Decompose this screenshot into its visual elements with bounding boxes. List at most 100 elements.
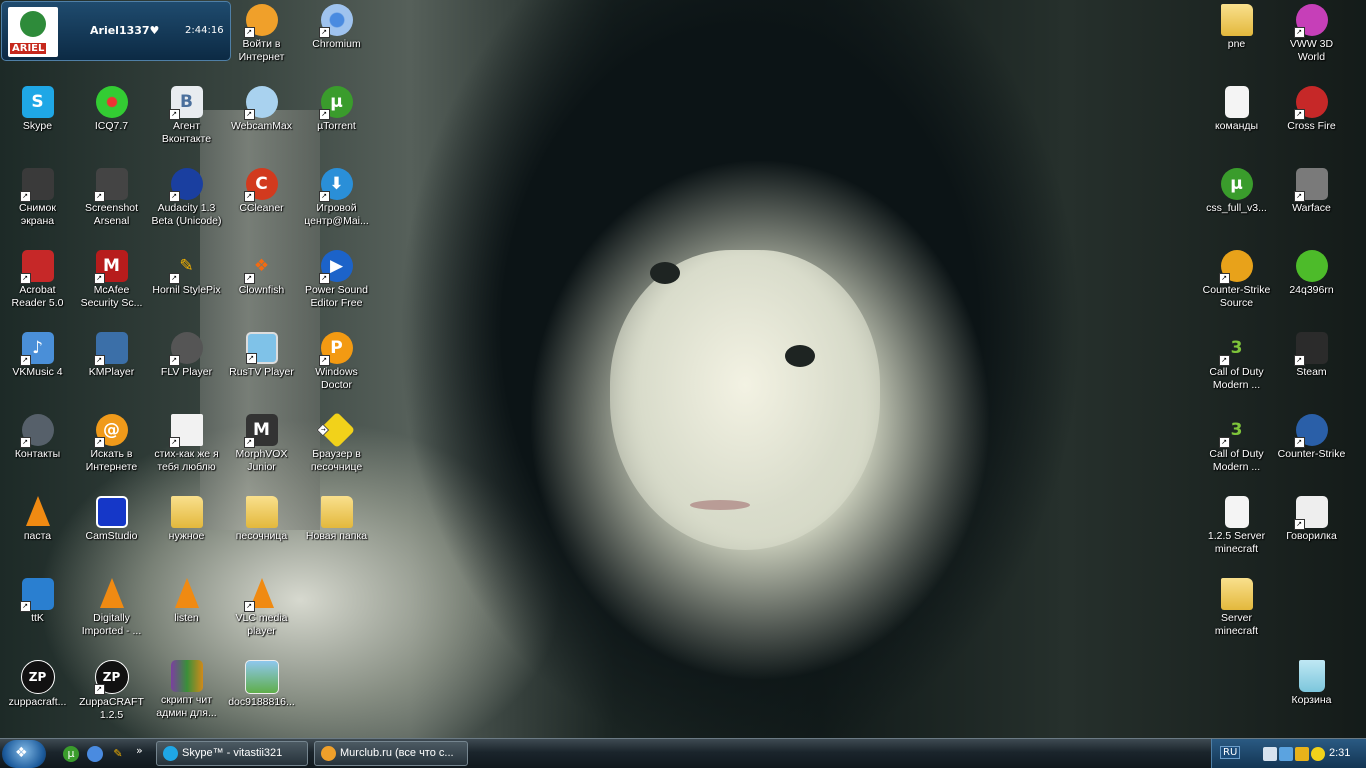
desktop-icon-komandy[interactable]: команды [1199,82,1274,160]
desktop-icon-new-folder[interactable]: Новая папка [299,492,374,570]
desktop-icon-govorilka[interactable]: ↗ Говорилка [1274,492,1349,570]
desktop-icon-zuppa1[interactable]: ZP zuppacraft... [0,656,75,734]
taskbar: ❖ µ ✎ » Skype™ - vitastii321 Murclub.ru … [0,738,1366,768]
morphvox-icon: M ↗ [243,414,278,448]
crossfire-icon: ↗ [1293,86,1328,120]
desktop-icon-login[interactable]: ↗ Войти в Интернет [224,0,299,78]
desktop-icon-stih[interactable]: ↗ стих-как же я тебя люблю [149,410,224,488]
computer-icon: ↗ [19,578,54,612]
desktop-icon-game-center[interactable]: ⬇ ↗ Игровой центр@Mai... [299,164,374,242]
network-icon[interactable] [1279,747,1293,761]
desktop-icon-mcafee[interactable]: M ↗ McAfee Security Sc... [74,246,149,324]
desktop-icon-vk-agent[interactable]: B ↗ Агент Вконтакте [149,82,224,160]
task-skype[interactable]: Skype™ - vitastii321 [156,741,308,766]
desktop-icon-zuppa2[interactable]: ZP ↗ ZuppaCRAFT 1.2.5 [74,656,149,734]
desktop-icon-kmplayer[interactable]: ↗ KMPlayer [74,328,149,406]
desktop-icon-cs[interactable]: ↗ Counter-Strike [1274,410,1349,488]
document-icon: ↗ [168,414,203,448]
desktop-icon-steam[interactable]: ↗ Steam [1274,328,1349,406]
desktop-icon-webcammax[interactable]: ↗ WebcamMax [224,82,299,160]
desktop-icon-ttk[interactable]: ↗ ttK [0,574,75,652]
desktop-icon-flv[interactable]: ↗ FLV Player [149,328,224,406]
mcafee-shield-icon: M ↗ [93,250,128,284]
contacts-icon: ↗ [19,414,54,448]
play-icon: ▶ ↗ [318,250,353,284]
desktop-icon-hornil[interactable]: ✎ ↗ Hornil StylePix [149,246,224,324]
doctor-icon: P ↗ [318,332,353,366]
desktop-icon-vww[interactable]: ↗ VWW 3D World [1274,0,1349,78]
folder-icon [170,496,203,528]
wallpaper-mouth [690,500,750,510]
desktop-icon-brauzer[interactable]: ↗ Браузер в песочнице [299,410,374,488]
desktop-icon-rustv[interactable]: ↗ RusTV Player [224,328,299,406]
desktop-icon-iskat[interactable]: @ ↗ Искать в Интернете [74,410,149,488]
vlc-cone-icon [96,578,128,610]
quicklaunch-more-chevron-icon[interactable]: » [136,744,143,757]
zp-icon: ZP [20,660,55,694]
desktop-icon-acrobat[interactable]: ↗ Acrobat Reader 5.0 [0,246,75,324]
desktop-icon-crossfire[interactable]: ↗ Cross Fire [1274,82,1349,160]
skype-icon [163,746,178,761]
desktop-icon-pne[interactable]: pne [1199,0,1274,78]
desktop-icon-ccleaner[interactable]: C ↗ CCleaner [224,164,299,242]
language-indicator[interactable]: RU [1220,746,1241,759]
desktop-icon-skype[interactable]: S Skype [0,82,75,160]
desktop-icon-nuzhnoe[interactable]: нужное [149,492,224,570]
archive-icon [170,660,203,692]
ccleaner-icon: C ↗ [243,168,278,202]
desktop-icon-kontakty[interactable]: ↗ Контакты [0,410,75,488]
desktop-icon-korzina[interactable]: Корзина [1274,656,1349,734]
game-icon [1295,250,1328,282]
browser-icon [321,746,336,761]
utorrent-icon: µ [1220,168,1253,200]
desktop-icon-icq[interactable]: ICQ7.7 [74,82,149,160]
network-icon[interactable] [1263,747,1277,761]
tray-app-icon[interactable] [1311,747,1325,761]
desktop-icon-24q[interactable]: 24q396rn [1274,246,1349,324]
desktop-icon-windoctor[interactable]: P ↗ Windows Doctor [299,328,374,406]
quicklaunch-utorrent-icon[interactable]: µ [63,746,79,762]
desktop-icon-vlc[interactable]: ↗ VLC media player [224,574,299,652]
desktop-icon-warface[interactable]: ↗ Warface [1274,164,1349,242]
task-murclub[interactable]: Murclub.ru (все что с... [314,741,468,766]
start-button[interactable]: ❖ [2,740,46,768]
zp-icon: ZP ↗ [93,660,129,695]
quicklaunch-chromium-icon[interactable] [87,746,103,762]
desktop-icon-script[interactable]: скрипт чит админ для... [149,656,224,734]
desktop-icon-css-full[interactable]: µ css_full_v3... [1199,164,1274,242]
desktop-icon-cod1[interactable]: 3 ↗ Call of Duty Modern ... [1199,328,1274,406]
headphones-icon: ↗ [168,168,203,202]
ariel-logo: ARIEL [8,7,58,57]
desktop-icon-pesochnica[interactable]: песочница [224,492,299,570]
vlc-cone-icon: ↗ [243,578,278,612]
steam-icon: ↗ [1293,332,1328,366]
desktop-icon-pasta[interactable]: паста [0,492,75,570]
user-gadget[interactable]: ARIEL Ariel1337♥ 2:44:16 [1,1,231,61]
desktop-icon-vkmusic[interactable]: ♪ ↗ VKMusic 4 [0,328,75,406]
desktop-icon-audacity[interactable]: ↗ Audacity 1.3 Beta (Unicode) [149,164,224,242]
desktop-icon-camstudio[interactable]: CamStudio [74,492,149,570]
speaker-icon: ↗ [168,332,203,366]
desktop-icon-cs-source[interactable]: ↗ Counter-Strike Source [1199,246,1274,324]
icq-flower-icon [95,86,128,118]
kmp-icon: ↗ [93,332,128,366]
desktop-icon-chromium[interactable]: ↗ Chromium [299,0,374,78]
desktop-icon-snimok[interactable]: ↗ Снимок экрана [0,164,75,242]
desktop-icon-listen[interactable]: listen [149,574,224,652]
desktop-icon-digitally[interactable]: Digitally Imported - ... [74,574,149,652]
warning-icon[interactable] [1295,747,1309,761]
desktop-icon-server125[interactable]: 1.2.5 Server minecraft [1199,492,1274,570]
desktop-icon-screenshot-arsenal[interactable]: ↗ Screenshot Arsenal [74,164,149,242]
recycle-bin-icon [1298,660,1325,692]
cod-icon: 3 ↗ [1218,414,1253,448]
desktop-icon-cod2[interactable]: 3 ↗ Call of Duty Modern ... [1199,410,1274,488]
desktop-icon-doc[interactable]: doc9188816... [224,656,299,734]
desktop-icon-morphvox[interactable]: M ↗ MorphVOX Junior [224,410,299,488]
desktop-icon-utorrent[interactable]: µ ↗ µTorrent [299,82,374,160]
quicklaunch-pencil-icon[interactable]: ✎ [110,746,126,762]
desktop-icon-power-sound[interactable]: ▶ ↗ Power Sound Editor Free [299,246,374,324]
webcam-icon: ↗ [243,86,278,120]
desktop-icon-clownfish[interactable]: ❖ ↗ Clownfish [224,246,299,324]
clock[interactable]: 2:31 [1329,747,1350,759]
desktop-icon-server-mc[interactable]: Server minecraft [1199,574,1274,652]
